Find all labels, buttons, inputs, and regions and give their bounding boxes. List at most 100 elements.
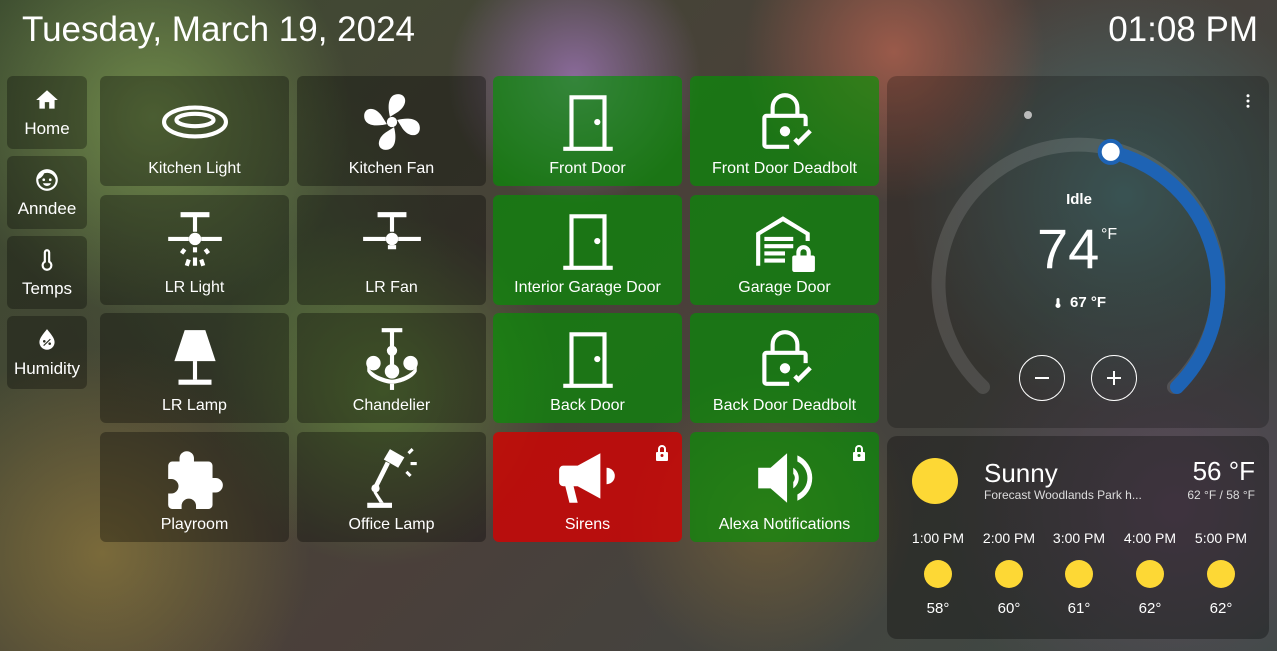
door-icon: [562, 332, 613, 388]
tile-front-door[interactable]: Front Door: [493, 76, 682, 186]
tile-label: Playroom: [160, 516, 229, 533]
forecast-item: 4:00 PM 62°: [1120, 530, 1180, 617]
lamp-icon: [173, 330, 216, 385]
weather-location: Forecast Woodlands Park h...: [984, 488, 1142, 502]
tile-kitchen-fan[interactable]: Kitchen Fan: [297, 76, 486, 186]
tile-label: Kitchen Light: [148, 160, 241, 177]
sun-icon: [912, 458, 958, 504]
sun-icon: [924, 560, 952, 588]
forecast-time: 1:00 PM: [911, 530, 965, 546]
tile-playroom[interactable]: Playroom: [100, 432, 289, 542]
door-icon: [562, 214, 613, 270]
fan-icon: [363, 94, 420, 150]
forecast-temp: 61°: [1067, 600, 1091, 617]
ceiling-fan-light-icon: [167, 212, 222, 267]
thermometer-icon: [1055, 297, 1061, 308]
date-display: Tuesday, March 19, 2024: [22, 10, 415, 49]
tile-lr-fan[interactable]: LR Fan: [297, 195, 486, 305]
nav-label: Humidity: [13, 358, 81, 378]
nav-item-humidity[interactable]: Humidity: [7, 316, 87, 389]
thermostat-target: 74: [1037, 217, 1100, 280]
tile-lr-lamp[interactable]: LR Lamp: [100, 313, 289, 423]
tile-label: Back Door Deadbolt: [712, 397, 857, 414]
tile-alexa-notifications[interactable]: Alexa Notifications: [690, 432, 879, 542]
lock-check-icon: [761, 330, 812, 386]
home-icon: [36, 89, 58, 109]
plus-icon: [1107, 371, 1121, 385]
nav-label: Temps: [21, 278, 73, 298]
weather-card[interactable]: Sunny Forecast Woodlands Park h... 56 °F…: [887, 436, 1269, 639]
tile-label: Front Door Deadbolt: [712, 160, 857, 177]
tile-back-door[interactable]: Back Door: [493, 313, 682, 423]
volume-icon: [757, 453, 812, 503]
minus-icon: [1035, 377, 1049, 379]
side-nav: Home Anndee Temps Humidity: [7, 76, 87, 396]
thermometer-icon: [41, 248, 53, 271]
increase-button[interactable]: [1091, 355, 1137, 401]
desk-lamp-icon: [366, 448, 417, 508]
nav-item-home[interactable]: Home: [7, 76, 87, 149]
weather-condition: Sunny: [984, 458, 1058, 488]
decrease-button[interactable]: [1019, 355, 1065, 401]
sun-icon: [1136, 560, 1164, 588]
sun-icon: [1065, 560, 1093, 588]
tile-chandelier[interactable]: Chandelier: [297, 313, 486, 423]
garage-lock-icon: [755, 216, 815, 272]
sun-icon: [995, 560, 1023, 588]
forecast-item: 5:00 PM 62°: [1191, 530, 1251, 617]
tile-kitchen-light[interactable]: Kitchen Light: [100, 76, 289, 186]
lock-icon: [656, 445, 668, 461]
tile-label: Office Lamp: [348, 516, 435, 533]
forecast-temp: 60°: [997, 600, 1021, 617]
tile-sirens[interactable]: Sirens: [493, 432, 682, 542]
forecast-time: 2:00 PM: [982, 530, 1036, 546]
tile-label: Kitchen Fan: [348, 160, 435, 177]
thermostat-card: Idle 74 °F 67 °F: [887, 76, 1269, 428]
thermostat-unit: °F: [1101, 226, 1118, 243]
thermostat-min-dot: [1024, 111, 1032, 119]
forecast-item: 2:00 PM 60°: [979, 530, 1039, 617]
tile-label: Back Door: [550, 397, 625, 414]
forecast-time: 4:00 PM: [1123, 530, 1177, 546]
tile-lr-light[interactable]: LR Light: [100, 195, 289, 305]
bullhorn-icon: [558, 453, 615, 503]
nav-item-temps[interactable]: Temps: [7, 236, 87, 309]
tile-label: Chandelier: [352, 397, 431, 414]
tile-label: Interior Garage Door: [514, 279, 661, 296]
tile-interior-garage-door[interactable]: Interior Garage Door: [493, 195, 682, 305]
forecast-temp: 62°: [1209, 600, 1233, 617]
tile-label: Front Door: [549, 160, 626, 177]
time-display: 01:08 PM: [1108, 10, 1258, 49]
tile-label: Alexa Notifications: [718, 516, 851, 533]
thermostat-setpoint-arc: [1103, 144, 1225, 394]
tile-label: LR Fan: [365, 279, 418, 296]
nav-label: Home: [24, 118, 70, 138]
weather-high-low: 62 °F / 58 °F: [1187, 488, 1255, 502]
nav-item-anndee[interactable]: Anndee: [7, 156, 87, 229]
tile-office-lamp[interactable]: Office Lamp: [297, 432, 486, 542]
tile-garage-door[interactable]: Garage Door: [690, 195, 879, 305]
more-vert-icon[interactable]: [1239, 92, 1257, 110]
lock-check-icon: [761, 93, 812, 149]
chandelier-icon: [365, 328, 418, 390]
tile-label: Sirens: [564, 516, 611, 533]
lock-icon: [853, 445, 865, 461]
tile-label: LR Light: [164, 279, 225, 296]
thermostat-handle[interactable]: [1097, 138, 1124, 165]
tile-label: LR Lamp: [162, 397, 227, 414]
forecast-item: 1:00 PM 58°: [908, 530, 968, 617]
forecast-time: 3:00 PM: [1052, 530, 1106, 546]
thermostat-current-value: 67 °F: [1070, 294, 1107, 311]
forecast-temp: 58°: [926, 600, 950, 617]
forecast-temp: 62°: [1138, 600, 1162, 617]
tile-label: Garage Door: [738, 279, 831, 296]
door-icon: [562, 95, 613, 151]
puzzle-icon: [167, 451, 223, 509]
forecast-time: 5:00 PM: [1194, 530, 1248, 546]
tile-back-door-deadbolt[interactable]: Back Door Deadbolt: [690, 313, 879, 423]
forecast-item: 3:00 PM 61°: [1049, 530, 1109, 617]
nav-label: Anndee: [17, 198, 77, 218]
humidity-icon: [39, 328, 55, 350]
tile-front-door-deadbolt[interactable]: Front Door Deadbolt: [690, 76, 879, 186]
weather-temperature: 56 °F: [1192, 456, 1255, 486]
